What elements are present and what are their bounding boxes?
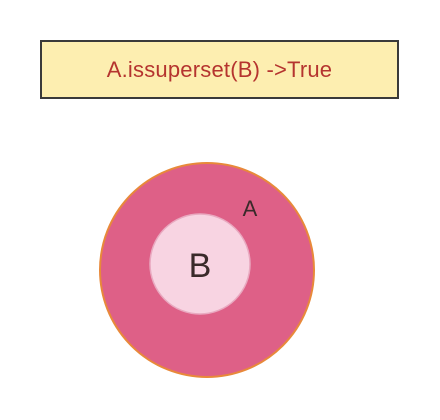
set-a-label: A [243,196,258,221]
venn-diagram: A B [99,162,315,378]
set-b-label: B [189,247,212,285]
